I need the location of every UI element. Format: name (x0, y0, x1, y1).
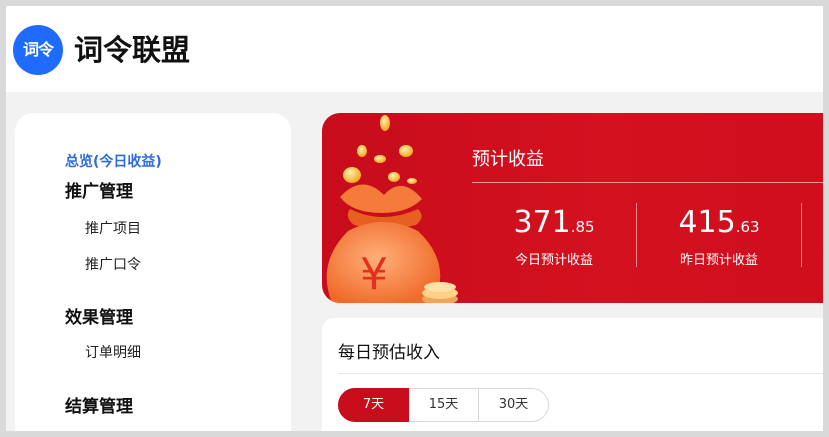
sidebar-item-overview[interactable]: 总览(今日收益) (65, 151, 162, 171)
banner-divider (472, 182, 823, 183)
sidebar-group-settlement[interactable]: 结算管理 (65, 392, 133, 417)
stat-today-dec: .85 (570, 218, 595, 236)
stat-yesterday-dec: .63 (735, 218, 760, 236)
stat-divider (801, 203, 802, 267)
yen-symbol: ¥ (360, 249, 388, 300)
daily-divider (338, 373, 823, 374)
sidebar-item-promo-projects[interactable]: 推广项目 (85, 218, 141, 238)
sidebar-group-promotion[interactable]: 推广管理 (65, 177, 133, 202)
range-15-days-button[interactable]: 15天 (409, 388, 479, 422)
stat-today: 371.85 今日预计收益 (472, 205, 636, 268)
app-title: 词令联盟 (74, 33, 191, 67)
sidebar-nav: 总览(今日收益) 推广管理 推广项目 推广口令 效果管理 订单明细 结算管理 (15, 113, 291, 431)
stat-yesterday-int: 415 (678, 205, 736, 240)
stat-yesterday: 415.63 昨日预计收益 (637, 205, 801, 268)
money-bag-illustration: ¥ (326, 115, 458, 303)
range-30-days-button[interactable]: 30天 (479, 388, 549, 422)
daily-income-title: 每日预估收入 (338, 343, 440, 363)
daily-income-card: 每日预估收入 7天 15天 30天 (322, 318, 823, 431)
range-toggle: 7天 15天 30天 (338, 388, 549, 422)
stat-today-label: 今日预计收益 (514, 253, 593, 268)
stat-today-int: 371 (513, 205, 571, 240)
app-logo[interactable]: 词令 (13, 25, 63, 75)
range-7-days-button[interactable]: 7天 (338, 388, 409, 422)
sidebar-item-order-details[interactable]: 订单明细 (85, 342, 141, 362)
sidebar-group-effect[interactable]: 效果管理 (65, 303, 133, 328)
earnings-banner: ¥ 预计收益 371.85 今日预计收益 415.63 昨日预计收益 (322, 113, 823, 303)
banner-title: 预计收益 (472, 149, 544, 170)
sidebar-item-promo-codes[interactable]: 推广口令 (85, 254, 141, 274)
app-window: 词令 词令联盟 总览(今日收益) 推广管理 推广项目 推广口令 效果管理 订单明… (6, 6, 823, 431)
stat-yesterday-label: 昨日预计收益 (679, 253, 758, 268)
top-header: 词令 词令联盟 (6, 6, 823, 92)
